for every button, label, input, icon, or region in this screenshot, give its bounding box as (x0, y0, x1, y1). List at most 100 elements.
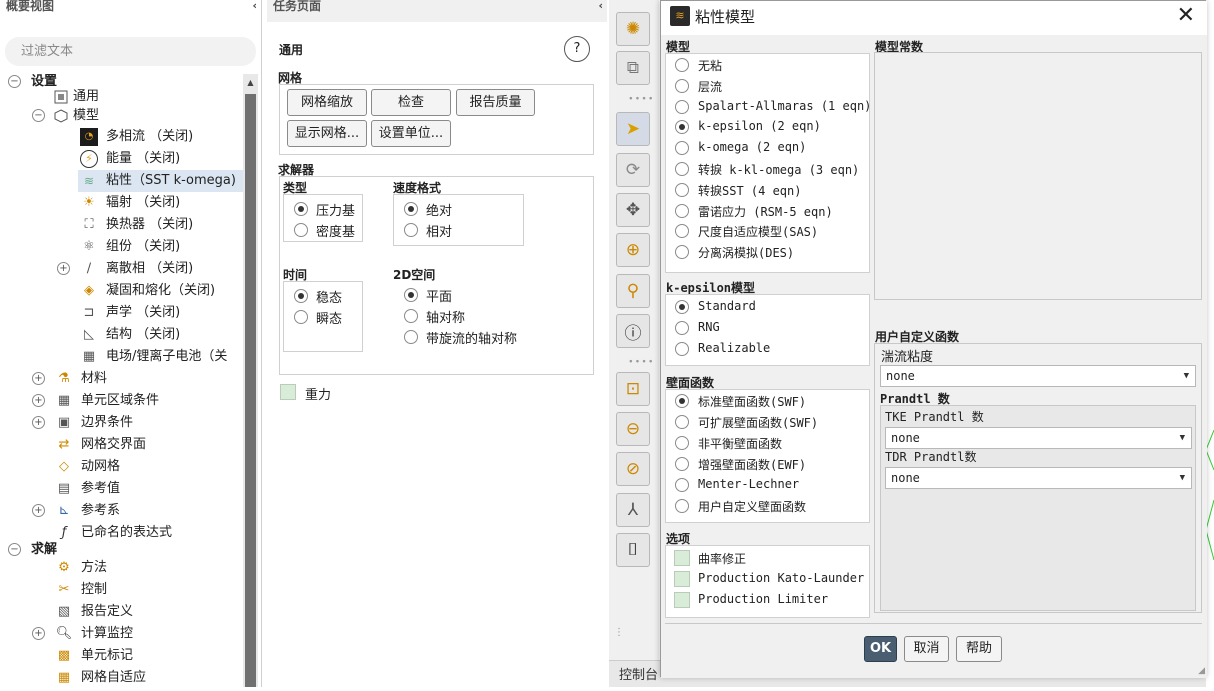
model-radio[interactable] (675, 182, 689, 197)
option-checkbox[interactable] (674, 592, 690, 608)
view-cube-icon[interactable]: ⧉ (616, 51, 650, 85)
help-icon[interactable]: ? (564, 36, 590, 62)
ok-button[interactable]: OK (864, 636, 897, 662)
help-button[interactable]: 帮助 (956, 636, 1002, 662)
tree-item-structure[interactable]: ◺ 结构 （关闭) (0, 324, 243, 346)
dialog-titlebar[interactable]: ≋ 粘性模型 ✕ (661, 1, 1207, 35)
tree-item-cell-registers[interactable]: ▩ 单元标记 (0, 645, 243, 667)
rotate-icon[interactable]: ⟳ (616, 153, 650, 187)
option-label: Production Limiter (698, 592, 829, 606)
expand-icon[interactable]: + (32, 372, 45, 385)
mesh-display-icon[interactable]: ✺ (616, 12, 650, 46)
k-epsilon-radio[interactable] (675, 300, 689, 314)
pointer-icon[interactable]: ➤ (616, 112, 650, 146)
collapse-icon[interactable]: − (32, 109, 45, 122)
tke-prandtl-select[interactable]: none ▼ (885, 427, 1192, 449)
tree-item-materials[interactable]: + ⚗ 材料 (0, 368, 243, 390)
camera-icon[interactable]: ⌷ (616, 533, 650, 567)
collapse-outline-icon[interactable]: ‹ (252, 0, 257, 12)
tree-item-controls[interactable]: ✂ 控制 (0, 579, 243, 601)
separator-dots: ∙∙∙∙ (628, 94, 655, 104)
wall-function-radio[interactable] (675, 436, 689, 450)
tree-item-radiation[interactable]: ☀ 辐射 （关闭) (0, 192, 243, 214)
expand-icon[interactable]: + (57, 262, 70, 275)
tree-item-solidification[interactable]: ◈ 凝固和熔化（关闭) (0, 280, 243, 302)
tree-item-heat-exchanger[interactable]: ⛶ 换热器 （关闭) (0, 214, 243, 236)
scroll-up-icon[interactable]: ▲ (243, 74, 258, 92)
zoom-in-out-icon[interactable]: ⊕ (616, 233, 650, 267)
option-checkbox[interactable] (674, 571, 690, 587)
tree-item-multiphase[interactable]: ◔ 多相流 （关闭) (0, 126, 243, 148)
k-epsilon-radio[interactable] (675, 342, 689, 356)
scrollbar-thumb[interactable] (245, 94, 256, 687)
tree-item-energy[interactable]: ⚡ 能量 （关闭) (0, 148, 243, 170)
model-radio[interactable] (675, 99, 689, 114)
k-epsilon-radio[interactable] (675, 321, 689, 335)
close-icon[interactable]: ✕ (1177, 3, 1195, 28)
tree-item-species[interactable]: ⚛ 组份 （关闭) (0, 236, 243, 258)
axisymmetric-radio[interactable] (404, 309, 418, 323)
wall-function-radio[interactable] (675, 478, 689, 492)
tree-scrollbar[interactable]: ▲ (243, 74, 258, 687)
expand-icon[interactable]: + (32, 394, 45, 407)
tree-item-adaption[interactable]: ▦ 网格自适应 (0, 667, 243, 689)
expand-icon[interactable]: + (32, 627, 45, 640)
tree-item-reference-frames[interactable]: + ⊾ 参考系 (0, 500, 243, 522)
mesh-scale-button[interactable]: 网格缩放 (287, 89, 367, 116)
axisymmetric-swirl-radio[interactable] (404, 330, 418, 344)
display-mesh-button[interactable]: 显示网格... (287, 120, 367, 147)
wall-function-radio[interactable] (675, 499, 689, 513)
option-checkbox[interactable] (674, 550, 690, 566)
model-radio[interactable] (675, 203, 689, 218)
zoom-icon[interactable]: ⚲ (616, 274, 650, 308)
tdr-prandtl-select[interactable]: none ▼ (885, 467, 1192, 489)
model-option-label: 雷诺应力 (RSM-5 eqn) (698, 204, 833, 219)
mesh-check-button[interactable]: 检查 (371, 89, 451, 116)
set-units-button[interactable]: 设置单位... (371, 120, 451, 147)
model-radio[interactable] (675, 58, 689, 72)
pan-icon[interactable]: ✥ (616, 193, 650, 227)
tree-item-methods[interactable]: ⚙ 方法 (0, 557, 243, 579)
absolute-radio[interactable] (404, 202, 418, 216)
tree-item-mesh-interface[interactable]: ⇄ 网格交界面 (0, 434, 243, 456)
relative-radio[interactable] (404, 223, 418, 237)
tree-item-dynamic-mesh[interactable]: ◇ 动网格 (0, 456, 243, 478)
pressure-based-radio[interactable] (294, 202, 308, 216)
zoom-previous-icon[interactable]: ⊘ (616, 452, 650, 486)
tree-item-viscous[interactable]: ≋ 粘性（SST k-omega) (78, 170, 243, 192)
zoom-fit-icon[interactable]: ⊡ (616, 372, 650, 406)
collapse-icon[interactable]: − (8, 543, 21, 556)
tree-item-reference-values[interactable]: ▤ 参考值 (0, 478, 243, 500)
report-quality-button[interactable]: 报告质量 (456, 89, 535, 116)
wall-function-radio[interactable] (675, 457, 689, 471)
expand-icon[interactable]: + (32, 416, 45, 429)
wall-function-radio[interactable] (675, 394, 689, 408)
planar-radio[interactable] (404, 288, 418, 302)
collapse-task-icon[interactable]: ‹ (598, 0, 603, 12)
viscous-icon: ≋ (83, 174, 95, 188)
turbulent-viscosity-select[interactable]: none ▼ (880, 365, 1196, 387)
tree-item-monitors[interactable]: + 🔍︎ 计算监控 (0, 623, 243, 645)
tree-item-boundary[interactable]: + ▣ 边界条件 (0, 412, 243, 434)
steady-radio[interactable] (294, 289, 308, 303)
info-icon[interactable]: ⓘ (616, 314, 650, 348)
zoom-out-icon[interactable]: ⊖ (616, 412, 650, 446)
wall-function-option-label: 标准壁面函数(SWF) (698, 395, 807, 409)
wall-function-radio[interactable] (675, 415, 689, 429)
cancel-button[interactable]: 取消 (904, 636, 949, 662)
model-radio[interactable] (675, 78, 689, 93)
tree-item-acoustics[interactable]: ⊐ 声学 （关闭) (0, 302, 243, 324)
expand-icon[interactable]: + (32, 504, 45, 517)
gravity-checkbox[interactable] (280, 384, 296, 400)
filter-text-input[interactable]: 过滤文本 (5, 37, 256, 66)
tree-item-cell-zone[interactable]: + ▦ 单元区域条件 (0, 390, 243, 412)
density-based-radio[interactable] (294, 223, 308, 237)
tree-item-discrete-phase[interactable]: + ∕ 离散相 （关闭) (0, 258, 243, 280)
transient-radio[interactable] (294, 310, 308, 324)
axes-orient-icon[interactable]: ⅄ (616, 493, 650, 527)
tree-item-models[interactable]: − 模型 (0, 105, 243, 127)
model-radio[interactable] (675, 162, 689, 176)
resize-grip-icon[interactable]: ◢ (1198, 666, 1205, 676)
tree-item-report-definitions[interactable]: ▧ 报告定义 (0, 601, 243, 623)
tree-item-battery[interactable]: ▦ 电场/锂离子电池（关 (0, 346, 243, 368)
